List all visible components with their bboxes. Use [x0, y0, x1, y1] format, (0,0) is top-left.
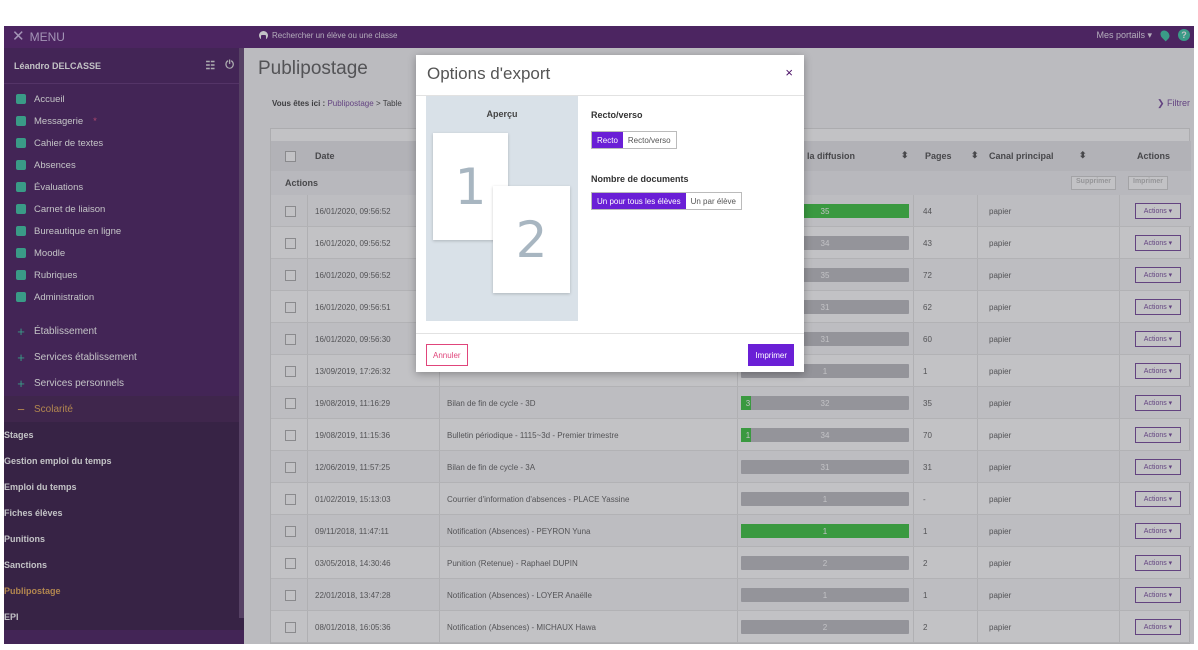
one-for-all-option[interactable]: Un pour tous les élèves: [592, 193, 686, 209]
one-per-student-option[interactable]: Un par élève: [685, 193, 741, 209]
preview-label: Aperçu: [486, 109, 518, 119]
preview-panel: Aperçu 1 2: [426, 96, 578, 321]
documents-count-label: Nombre de documents: [591, 174, 689, 184]
print-button[interactable]: Imprimer: [748, 344, 794, 366]
modal-title: Options d'export: [427, 64, 551, 83]
recto-option[interactable]: Recto: [592, 132, 623, 148]
close-icon[interactable]: ×: [785, 65, 793, 80]
cancel-button[interactable]: Annuler: [426, 344, 468, 366]
modal-footer-divider: [416, 333, 804, 334]
documents-count-toggle: Un pour tous les élèves Un par élève: [591, 192, 742, 210]
recto-verso-toggle: Recto Recto/verso: [591, 131, 677, 149]
recto-verso-label: Recto/verso: [591, 110, 643, 120]
export-options-modal: Options d'export × Aperçu 1 2 Recto/vers…: [416, 55, 804, 372]
preview-page-2: 2: [493, 186, 570, 293]
app-window: ✕ MENU Rechercher un élève ou une classe…: [4, 26, 1194, 644]
recto-verso-option[interactable]: Recto/verso: [622, 132, 676, 148]
